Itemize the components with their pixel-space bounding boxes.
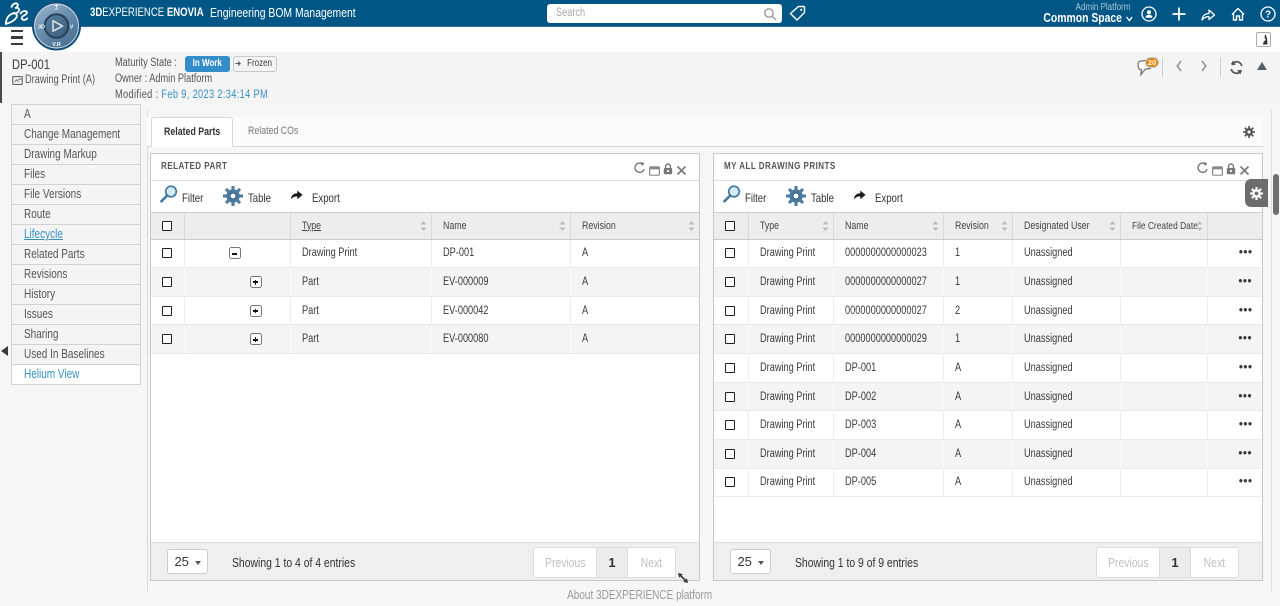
svg-text:?: ? — [1265, 10, 1271, 21]
svg-text:V.R: V.R — [52, 42, 61, 48]
svg-text:V: V — [70, 25, 74, 31]
svg-text:3D: 3D — [38, 25, 45, 31]
